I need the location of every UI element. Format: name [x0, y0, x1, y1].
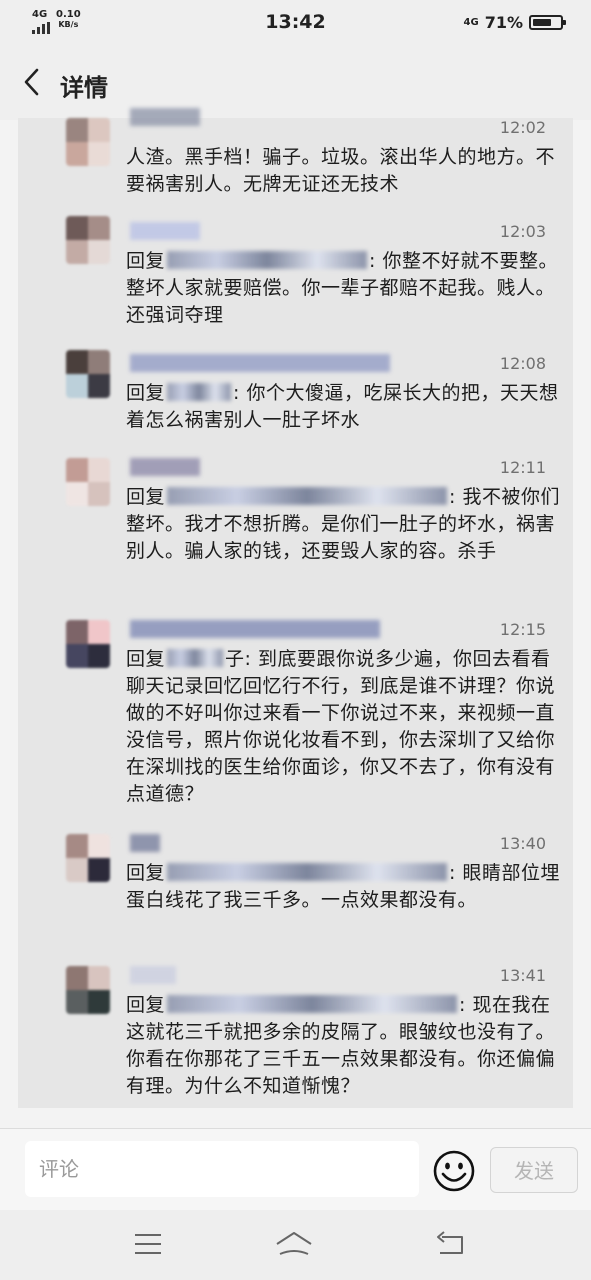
battery-percent: 71%: [484, 13, 523, 32]
username-blurred: [130, 108, 200, 126]
chevron-left-icon: [24, 68, 39, 96]
return-button[interactable]: [430, 1228, 470, 1260]
message-text: 回复: 眼睛部位埋蛋白线花了我三千多。一点效果都没有。: [126, 860, 566, 914]
home-button[interactable]: [274, 1228, 314, 1260]
home-icon: [276, 1232, 312, 1255]
network-type-right: 4G: [463, 17, 479, 28]
message-time: 12:15: [499, 620, 546, 639]
redacted-name: [167, 487, 448, 505]
battery-icon: [529, 15, 566, 30]
redacted-name: [167, 383, 232, 401]
username-blurred: [130, 458, 200, 476]
system-nav-bar: [0, 1210, 591, 1280]
redacted-name: [167, 995, 458, 1013]
reply-prefix: 回复: [126, 994, 166, 1016]
message-body: 人渣。黑手档！骗子。垃圾。滚出华人的地方。不要祸害别人。无牌无证还无技术: [126, 146, 556, 195]
message-time: 13:40: [499, 834, 546, 853]
message-text: 回复: 你整不好就不要整。整坏人家就要赔偿。你一辈子都赔不起我。贱人。还强词夺理: [126, 248, 566, 329]
message-time: 12:02: [499, 118, 546, 137]
reply-prefix: 回复: [126, 382, 166, 404]
message-time: 13:41: [499, 966, 546, 985]
username-blurred: [130, 354, 390, 372]
message-time: 12:08: [499, 354, 546, 373]
reply-prefix: 回复: [126, 486, 166, 508]
avatar: [66, 216, 110, 264]
redacted-name: [167, 649, 224, 667]
smiley-icon: [433, 1150, 475, 1192]
message-text: 回复: 我不被你们整坏。我才不想折腾。是你们一肚子的坏水，祸害别人。骗人家的钱，…: [126, 484, 566, 565]
emoji-button[interactable]: [432, 1149, 476, 1193]
redacted-name: [167, 863, 448, 881]
menu-icon: [135, 1234, 161, 1254]
username-blurred: [130, 222, 200, 240]
message-body: 子: 到底要跟你说多少遍，你回去看看聊天记录回忆回忆行不行，到底是谁不讲理？你说…: [126, 648, 556, 805]
message-time: 12:11: [499, 458, 546, 477]
username-blurred: [130, 966, 176, 984]
reply-prefix: 回复: [126, 862, 166, 884]
comment-input-box[interactable]: [25, 1141, 419, 1197]
reply-prefix: 回复: [126, 648, 166, 670]
message-text: 人渣。黑手档！骗子。垃圾。滚出华人的地方。不要祸害别人。无牌无证还无技术: [126, 144, 566, 198]
page-title: 详情: [60, 74, 108, 102]
avatar: [66, 966, 110, 1014]
title-bar: 详情: [0, 46, 591, 120]
username-blurred: [130, 620, 380, 638]
avatar: [66, 458, 110, 506]
reply-prefix: 回复: [126, 250, 166, 272]
menu-button[interactable]: [128, 1228, 168, 1260]
redacted-name: [167, 251, 368, 269]
send-button[interactable]: 发送: [490, 1147, 578, 1193]
avatar: [66, 350, 110, 398]
back-button[interactable]: [14, 64, 50, 100]
avatar: [66, 834, 110, 882]
message-text: 回复: 你个大傻逼，吃屎长大的把，天天想着怎么祸害别人一肚子坏水: [126, 380, 566, 434]
message-time: 12:03: [499, 222, 546, 241]
avatar: [66, 620, 110, 668]
message-list: 12:02 人渣。黑手档！骗子。垃圾。滚出华人的地方。不要祸害别人。无牌无证还无…: [18, 108, 573, 1108]
avatar: [66, 118, 110, 166]
comment-input[interactable]: [25, 1141, 413, 1197]
comment-bar: 发送: [0, 1128, 591, 1211]
return-icon: [437, 1231, 463, 1254]
username-blurred: [130, 834, 160, 852]
status-bar: 4G 0.10 KB/s 13:42 4G 71%: [0, 0, 591, 46]
message-text: 回复: 现在我在这就花三千就把多余的皮隔了。眼皱纹也没有了。你看在你那花了三千五…: [126, 992, 566, 1100]
message-text: 回复 子: 到底要跟你说多少遍，你回去看看聊天记录回忆回忆行不行，到底是谁不讲理？…: [126, 646, 566, 808]
